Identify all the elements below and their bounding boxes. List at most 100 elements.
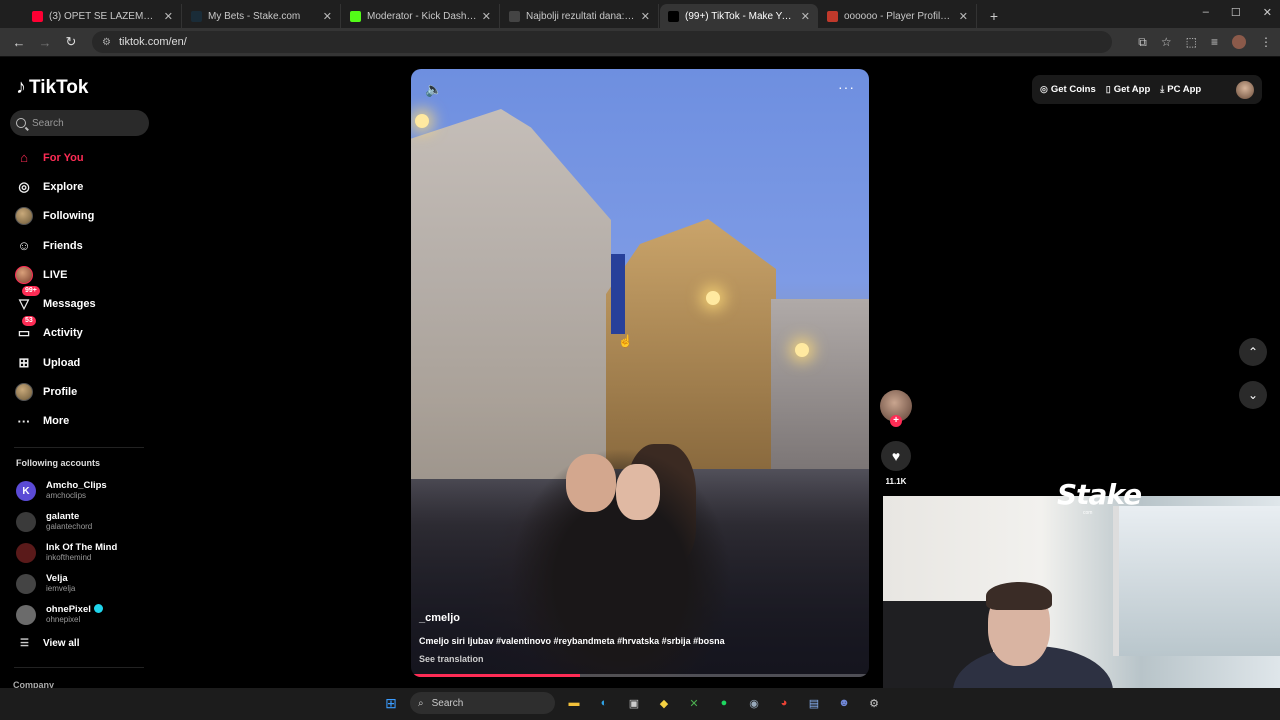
media-control-icon[interactable]: ≡ bbox=[1211, 35, 1218, 49]
video-frame-building bbox=[771, 299, 869, 469]
user-avatar[interactable] bbox=[1236, 80, 1254, 99]
new-tab-button[interactable]: + bbox=[984, 6, 1004, 26]
notepad-icon[interactable]: ▤ bbox=[803, 692, 825, 714]
video-username[interactable]: _cmeljo bbox=[419, 612, 460, 624]
account-handle: galantechord bbox=[46, 522, 93, 532]
following-accounts-list: K Amcho_Clips amchoclips galante galantechor… bbox=[16, 476, 117, 630]
tab-title: Moderator - Kick Dashboard bbox=[367, 10, 478, 22]
pc-app-button[interactable]: ⤓ PC App bbox=[1160, 84, 1201, 95]
minimize-button[interactable]: – bbox=[1203, 6, 1209, 19]
video-progress-bar[interactable] bbox=[411, 674, 869, 677]
nav-item-friends[interactable]: ☺ Friends bbox=[14, 231, 96, 260]
following-account-item[interactable]: Velja iemvelja bbox=[16, 568, 117, 599]
browser-tab[interactable]: Najbolji rezultati dana: HNL ✕ bbox=[501, 4, 659, 28]
nav-item-messages[interactable]: ▽ Messages 99+ bbox=[14, 286, 96, 318]
steam-icon[interactable]: ◉ bbox=[743, 692, 765, 714]
address-bar[interactable]: ⚙ tiktok.com/en/ bbox=[92, 31, 1112, 53]
street-lamp bbox=[795, 343, 809, 357]
account-avatar bbox=[16, 542, 36, 563]
follow-plus-icon[interactable]: + bbox=[890, 415, 902, 427]
edge-icon[interactable]: ◐ bbox=[593, 692, 615, 714]
following-account-item[interactable]: galante galantechord bbox=[16, 507, 117, 538]
search-input[interactable]: Search bbox=[10, 110, 149, 136]
back-button[interactable]: ← bbox=[8, 31, 30, 53]
close-window-button[interactable]: ✕ bbox=[1263, 6, 1272, 19]
settings-icon[interactable]: ⚙ bbox=[863, 692, 885, 714]
chevron-up-icon: ⌃ bbox=[1247, 345, 1259, 359]
tab-close-icon[interactable]: ✕ bbox=[323, 10, 332, 23]
tiktok-logo[interactable]: ♪ TikTok bbox=[16, 76, 88, 99]
discord-icon[interactable]: ☻ bbox=[833, 692, 855, 714]
browser-tab[interactable]: (3) OPET SE LAZEMO - YouTube ✕ bbox=[24, 4, 182, 28]
browser-tab[interactable]: My Bets - Stake.com ✕ bbox=[183, 4, 341, 28]
nav-item-more[interactable]: ··· More bbox=[14, 407, 96, 436]
reload-button[interactable]: ↻ bbox=[60, 31, 82, 53]
menu-kebab-icon[interactable]: ⋮ bbox=[1260, 35, 1272, 49]
browser-tab[interactable]: oooooo - Player Profile - FACEIT ✕ bbox=[819, 4, 977, 28]
get-app-button[interactable]: ▯ Get App bbox=[1106, 84, 1151, 95]
video-player[interactable]: 🔈 ··· ☝ _cmeljo Cmeljo siri ljubav #vale… bbox=[411, 69, 869, 677]
tab-favicon-icon bbox=[509, 10, 520, 22]
previous-video-button[interactable]: ⌃ bbox=[1239, 338, 1267, 366]
store-icon[interactable]: ▣ bbox=[623, 692, 645, 714]
app-icon[interactable]: ◆ bbox=[653, 692, 675, 714]
account-name: Ink Of The Mind bbox=[46, 541, 118, 553]
following-account-item[interactable]: ohnePixel ohnepixel bbox=[16, 599, 117, 630]
tab-close-icon[interactable]: ✕ bbox=[482, 10, 491, 23]
taskbar-search[interactable]: ⌕ Search bbox=[410, 692, 555, 714]
more-options-icon[interactable]: ··· bbox=[838, 79, 855, 95]
home-icon: ⌂ bbox=[20, 150, 28, 166]
notification-badge: 99+ bbox=[22, 286, 40, 297]
download-icon: ⤓ bbox=[1160, 84, 1165, 94]
nav-item-activity[interactable]: ▭ Activity 53 bbox=[14, 315, 96, 348]
windows-start-icon[interactable]: ⊞ bbox=[380, 692, 402, 714]
friends-icon: ☺ bbox=[17, 238, 31, 254]
list-icon: ☰ bbox=[20, 638, 29, 649]
notification-badge: 53 bbox=[22, 315, 36, 326]
account-handle: inkofthemind bbox=[46, 552, 92, 562]
account-name: ohnePixel bbox=[46, 604, 103, 615]
next-video-button[interactable]: ⌄ bbox=[1239, 381, 1267, 409]
account-handle: amchoclips bbox=[46, 491, 87, 501]
account-avatar bbox=[16, 512, 36, 533]
install-app-icon[interactable]: ⧉ bbox=[1138, 35, 1147, 50]
nav-item-following[interactable]: Following bbox=[14, 202, 96, 231]
tab-close-icon[interactable]: ✕ bbox=[641, 10, 650, 23]
url-text: tiktok.com/en/ bbox=[118, 36, 187, 48]
nav-item-for-you[interactable]: ⌂ For You bbox=[14, 143, 96, 172]
tab-close-icon[interactable]: ✕ bbox=[801, 10, 810, 23]
chrome-icon[interactable]: ◕ bbox=[773, 692, 795, 714]
profile-avatar[interactable] bbox=[1232, 35, 1246, 49]
account-avatar bbox=[16, 573, 36, 594]
tab-close-icon[interactable]: ✕ bbox=[164, 10, 173, 23]
forward-button[interactable]: → bbox=[34, 31, 56, 53]
volume-icon[interactable]: 🔈 bbox=[425, 81, 442, 98]
video-frame-flag bbox=[611, 254, 625, 334]
nav-item-live[interactable]: LIVE bbox=[14, 260, 96, 289]
spotify-icon[interactable]: ● bbox=[713, 692, 735, 714]
view-all-button[interactable]: ☰ View all bbox=[20, 638, 79, 649]
like-button[interactable]: ♥ bbox=[881, 441, 911, 471]
xbox-icon[interactable]: ✕ bbox=[683, 692, 705, 714]
tab-favicon-icon bbox=[350, 10, 361, 22]
messages-icon: ▽ bbox=[19, 296, 29, 312]
get-coins-button[interactable]: ◎ Get Coins bbox=[1040, 84, 1096, 95]
see-translation-link[interactable]: See translation bbox=[419, 654, 484, 664]
bookmark-star-icon[interactable]: ☆ bbox=[1161, 35, 1172, 49]
tab-close-icon[interactable]: ✕ bbox=[959, 10, 968, 23]
nav-item-upload[interactable]: ⊞ Upload bbox=[14, 348, 96, 377]
profile-avatar-icon bbox=[14, 382, 34, 402]
chevron-down-icon: ⌄ bbox=[1247, 388, 1259, 402]
maximize-button[interactable]: ☐ bbox=[1231, 6, 1241, 19]
following-account-item[interactable]: Ink Of The Mind inkofthemind bbox=[16, 538, 117, 569]
nav-item-explore[interactable]: ◎ Explore bbox=[14, 172, 96, 201]
file-explorer-icon[interactable]: ▬ bbox=[563, 692, 585, 714]
nav-item-profile[interactable]: Profile bbox=[14, 377, 96, 406]
site-info-icon[interactable]: ⚙ bbox=[102, 37, 111, 48]
browser-tab[interactable]: Moderator - Kick Dashboard ✕ bbox=[342, 4, 500, 28]
search-icon bbox=[16, 118, 26, 128]
tab-favicon-icon bbox=[32, 10, 43, 22]
extensions-icon[interactable]: ⬚ bbox=[1186, 35, 1197, 49]
browser-tab[interactable]: (99+) TikTok - Make Your Day ✕ bbox=[660, 4, 818, 28]
following-account-item[interactable]: K Amcho_Clips amchoclips bbox=[16, 476, 117, 507]
